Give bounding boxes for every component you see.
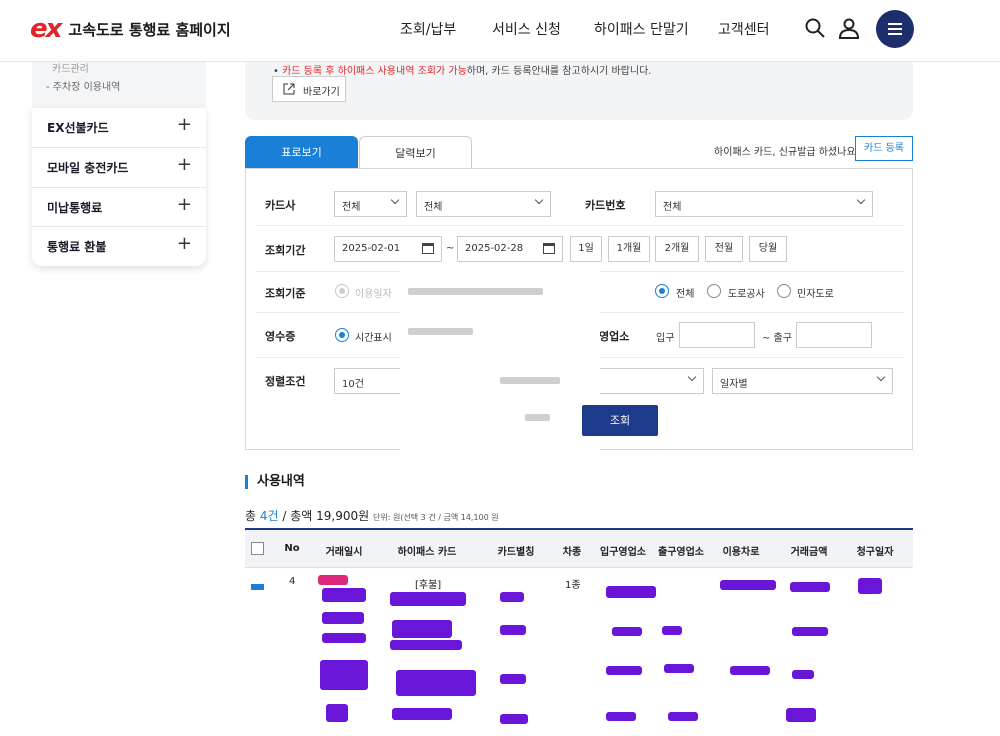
office-label: 영업소	[599, 330, 630, 343]
receipt-label: 영수증	[265, 330, 296, 343]
sort-order-select[interactable]: 일자별	[712, 368, 893, 394]
row-checkbox[interactable]	[251, 584, 264, 590]
sidebar-item-mobile-charge[interactable]: 모바일 충전카드 +	[32, 147, 206, 186]
site-title: 고속도로 통행료 홈페이지	[68, 20, 231, 39]
sidebar-sub-parking[interactable]: - 주차장 이용내역	[46, 78, 120, 93]
usage-summary: 총 4건 / 총액 19,900원 단위: 원(선택 3 건 / 금액 14,1…	[245, 509, 499, 523]
chevron-down-icon	[856, 195, 866, 205]
period-1month-button[interactable]: 1개월	[608, 236, 650, 262]
row-no: 4	[289, 576, 296, 587]
card-number-label: 카드번호	[585, 199, 626, 212]
sidebar-item-label: 미납통행료	[47, 201, 103, 215]
plus-icon: +	[176, 114, 192, 135]
sidebar-item-ex-prepaid[interactable]: EX선불카드 +	[32, 108, 206, 147]
row-card: [후불]	[415, 580, 442, 590]
select-all-checkbox[interactable]	[251, 542, 264, 555]
search-button[interactable]: 조회	[582, 405, 658, 436]
sidebar-item-refund[interactable]: 통행료 환불 +	[32, 226, 206, 265]
card-register-button[interactable]: 카드 등록	[855, 136, 913, 161]
site-header: ex 고속도로 통행료 홈페이지 조회/납부 서비스 신청 하이패스 단말기 고…	[0, 0, 1000, 62]
card-company-select[interactable]: 전체	[334, 191, 407, 217]
sidebar-item-unpaid[interactable]: 미납통행료 +	[32, 187, 206, 226]
user-icon[interactable]	[837, 16, 861, 40]
sidebar-item-label: 통행료 환불	[47, 240, 107, 254]
tab-calendar-view[interactable]: 달력보기	[359, 136, 472, 169]
external-link-icon	[283, 83, 295, 95]
plus-icon: +	[176, 154, 192, 175]
menu-icon[interactable]	[876, 10, 914, 48]
tab-list-view[interactable]: 표로보기	[245, 136, 358, 169]
card-register-prompt: 하이패스 카드, 신규발급 하셨나요?	[714, 147, 861, 158]
nav-inquiry-payment[interactable]: 조회/납부	[400, 19, 456, 39]
period-label: 조회기간	[265, 244, 306, 257]
receipt-time-radio[interactable]	[335, 328, 349, 342]
card-company-label: 카드사	[265, 199, 296, 212]
entry-office-input[interactable]	[679, 322, 755, 348]
sidebar-sub-card-manage[interactable]: 카드관리	[52, 60, 89, 75]
calendar-icon[interactable]	[543, 243, 555, 254]
sidebar-submenu: 카드관리 - 주차장 이용내역	[32, 62, 206, 108]
date-to-input[interactable]: 2025-02-28	[457, 236, 563, 262]
card-number-select[interactable]: 전체	[655, 191, 873, 217]
chevron-down-icon	[876, 372, 886, 382]
date-from-input[interactable]: 2025-02-01	[334, 236, 442, 262]
plus-icon: +	[176, 194, 192, 215]
sidebar-menu: EX선불카드 + 모바일 충전카드 + 미납통행료 + 통행료 환불 +	[32, 108, 206, 266]
plus-icon: +	[176, 233, 192, 254]
road-private-radio[interactable]	[777, 284, 791, 298]
road-ex-radio[interactable]	[707, 284, 721, 298]
period-this-month-button[interactable]: 당월	[749, 236, 787, 262]
chevron-down-icon	[390, 195, 400, 205]
sort-label: 정렬조건	[265, 375, 306, 388]
nav-hipass-terminal[interactable]: 하이패스 단말기	[594, 19, 689, 39]
chevron-down-icon	[534, 195, 544, 205]
usage-section-title: 사용내역	[245, 475, 305, 489]
basis-label: 조회기준	[265, 287, 306, 300]
row-vehicle: 1종	[565, 580, 581, 590]
nav-customer-center[interactable]: 고객센터	[718, 19, 770, 39]
notice-box: • 카드 등록 후 하이패스 사용내역 조회가 가능하며, 카드 등록안내를 참…	[245, 62, 913, 120]
notice-message: • 카드 등록 후 하이패스 사용내역 조회가 가능하며, 카드 등록안내를 참…	[273, 66, 652, 77]
site-logo[interactable]: ex 고속도로 통행료 홈페이지	[30, 14, 231, 44]
period-2month-button[interactable]: 2개월	[655, 236, 699, 262]
calendar-icon[interactable]	[422, 243, 434, 254]
period-1day-button[interactable]: 1일	[570, 236, 602, 262]
search-icon[interactable]	[803, 16, 827, 40]
ex-logo-mark: ex	[30, 14, 62, 44]
shortcut-button[interactable]: 바로가기	[272, 76, 346, 102]
sidebar-item-label: 모바일 충전카드	[47, 161, 129, 175]
period-prev-month-button[interactable]: 전월	[705, 236, 743, 262]
basis-usage-date-radio[interactable]	[335, 284, 349, 298]
road-all-radio[interactable]	[655, 284, 669, 298]
table-header: No 거래일시 하이패스 카드 카드별칭 차종 입구영업소 출구영업소 이용차로…	[245, 530, 913, 568]
sidebar-item-label: EX선불카드	[47, 121, 109, 135]
card-type-select[interactable]: 전체	[416, 191, 551, 217]
chevron-down-icon	[687, 372, 697, 382]
nav-service-apply[interactable]: 서비스 신청	[492, 19, 561, 39]
exit-office-input[interactable]	[796, 322, 872, 348]
redacted-overlay	[400, 270, 600, 450]
